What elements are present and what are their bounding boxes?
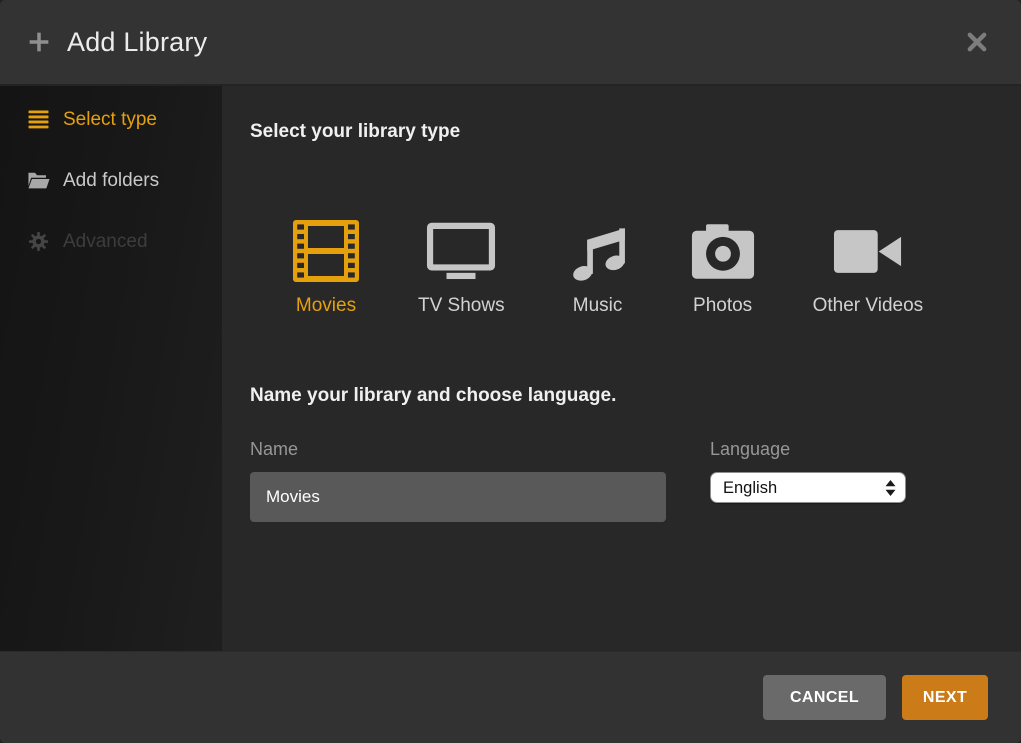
- sidebar-item-add-folders[interactable]: Add folders: [0, 150, 222, 211]
- sidebar-item-advanced: Advanced: [0, 211, 222, 272]
- list-icon: [28, 109, 50, 131]
- dialog-header: Add Library: [0, 0, 1021, 86]
- music-note-icon: [563, 215, 633, 287]
- close-button[interactable]: [965, 29, 991, 55]
- library-type-picker: Movies TV Shows: [292, 215, 1021, 319]
- name-field-group: Name: [250, 437, 666, 522]
- name-section-title: Name your library and choose language.: [250, 384, 1021, 408]
- main-panel: Select your library type: [222, 86, 1021, 651]
- open-folder-icon: [28, 170, 50, 192]
- tv-icon: [426, 215, 496, 287]
- library-type-other-videos[interactable]: Other Videos: [813, 215, 924, 319]
- sidebar-item-label: Add folders: [63, 170, 159, 192]
- gear-icon: [28, 231, 50, 253]
- language-field-group: Language English: [710, 437, 906, 522]
- cancel-button[interactable]: CANCEL: [763, 675, 886, 720]
- library-type-label: Movies: [296, 293, 356, 319]
- language-label: Language: [710, 437, 906, 461]
- sidebar-item-select-type[interactable]: Select type: [0, 89, 222, 150]
- film-strip-icon: [292, 215, 360, 287]
- plus-icon: [28, 31, 50, 53]
- library-type-tv-shows[interactable]: TV Shows: [418, 215, 505, 319]
- name-label: Name: [250, 437, 666, 461]
- next-button[interactable]: NEXT: [902, 675, 988, 720]
- sidebar-item-label: Select type: [63, 109, 157, 131]
- steps-sidebar: Select type Add folders: [0, 86, 222, 651]
- sidebar-item-label: Advanced: [63, 231, 148, 253]
- video-camera-icon: [833, 215, 903, 287]
- camera-icon: [691, 215, 755, 287]
- library-type-label: Other Videos: [813, 293, 924, 319]
- library-type-label: TV Shows: [418, 293, 505, 319]
- library-type-music[interactable]: Music: [563, 215, 633, 319]
- library-name-input[interactable]: [250, 472, 666, 522]
- language-select-wrap: English: [710, 472, 906, 503]
- library-type-label: Photos: [693, 293, 752, 319]
- add-library-dialog: Add Library Select: [0, 0, 1021, 743]
- dialog-body: Select type Add folders: [0, 86, 1021, 651]
- library-type-label: Music: [573, 293, 623, 319]
- library-type-photos[interactable]: Photos: [691, 215, 755, 319]
- library-type-movies[interactable]: Movies: [292, 215, 360, 319]
- close-icon: [965, 30, 991, 54]
- library-settings-form: Name Language English: [250, 437, 1021, 522]
- dialog-footer: CANCEL NEXT: [0, 651, 1021, 743]
- language-select[interactable]: English: [710, 472, 906, 503]
- type-section-title: Select your library type: [250, 120, 1021, 144]
- dialog-title: Add Library: [67, 27, 965, 58]
